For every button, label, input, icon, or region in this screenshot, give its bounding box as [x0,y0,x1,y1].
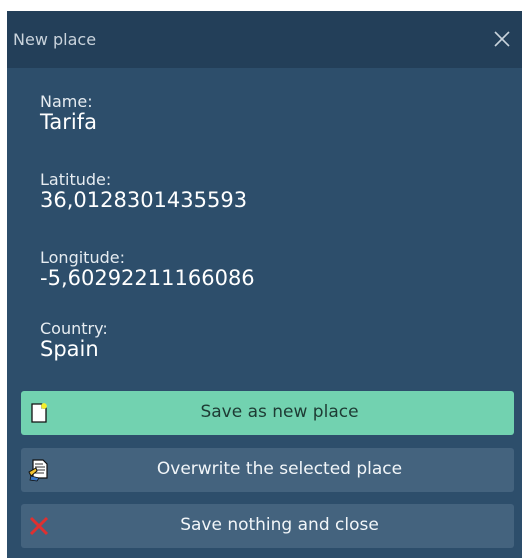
latitude-value: 36,0128301435593 [40,188,248,212]
save-nothing-and-close-label: Save nothing and close [180,515,379,535]
save-as-new-place-label: Save as new place [200,402,359,422]
save-nothing-and-close-button[interactable]: Save nothing and close [21,504,514,548]
longitude-label: Longitude: [40,248,125,267]
name-label: Name: [40,92,93,111]
latitude-label: Latitude: [40,170,112,189]
country-label: Country: [40,319,108,338]
save-as-new-place-button[interactable]: Save as new place [21,391,514,435]
title-bar[interactable]: New place [7,11,522,68]
new-place-dialog: New place Name: Tarifa Latitude: 36,0128… [7,11,522,558]
overwrite-selected-place-label: Overwrite the selected place [156,459,403,479]
close-icon[interactable] [488,25,516,53]
name-value: Tarifa [40,110,97,134]
overwrite-selected-place-button[interactable]: Overwrite the selected place [21,448,514,492]
country-value: Spain [40,337,99,361]
dialog-title: New place [13,30,97,49]
longitude-value: -5,60292211166086 [40,266,255,290]
